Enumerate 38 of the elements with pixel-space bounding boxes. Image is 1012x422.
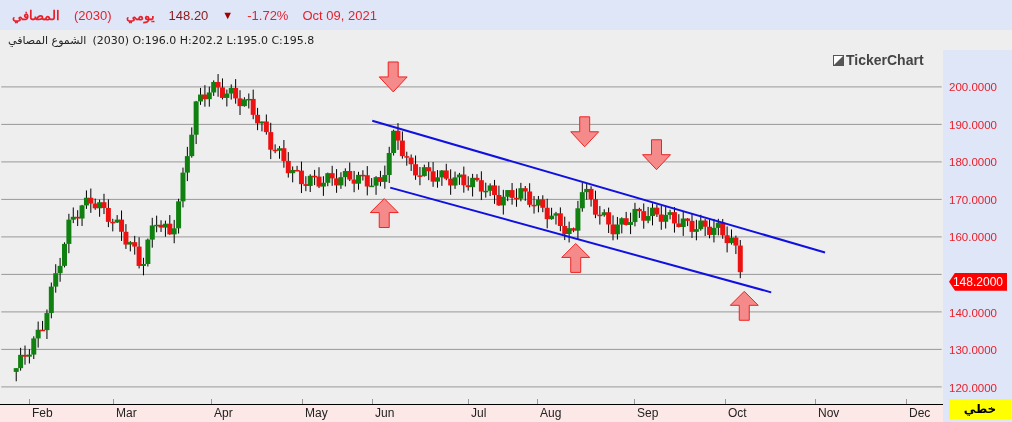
month-label: Jul bbox=[471, 406, 487, 421]
stock-name: المصافي bbox=[12, 7, 60, 23]
price-label: 160.0000 bbox=[949, 230, 997, 245]
down-arrow-icon bbox=[570, 116, 600, 148]
price-label: 190.0000 bbox=[949, 117, 997, 132]
logo-icon bbox=[833, 54, 844, 66]
period-label: يومي bbox=[125, 7, 155, 23]
price-label: 140.0000 bbox=[949, 305, 997, 320]
last-price: 148.20 bbox=[168, 7, 209, 23]
series-name: الشموع المصافي bbox=[8, 33, 87, 47]
price-label: 200.0000 bbox=[949, 80, 997, 94]
stock-code: (2030) bbox=[74, 7, 112, 23]
month-label: Apr bbox=[214, 406, 233, 421]
last-price-tag: 148.2000 bbox=[949, 272, 1007, 291]
month-label: May bbox=[305, 406, 328, 421]
month-label: Mar bbox=[116, 406, 137, 421]
up-arrow-icon bbox=[561, 243, 591, 273]
month-label: Nov bbox=[818, 406, 840, 421]
down-triangle-icon: ▼ bbox=[222, 9, 234, 21]
price-label: 180.0000 bbox=[949, 155, 997, 170]
price-label: 130.0000 bbox=[949, 343, 997, 358]
month-label: Sep bbox=[637, 406, 659, 421]
month-label: Aug bbox=[540, 406, 562, 421]
logo: TickerChart bbox=[833, 52, 924, 68]
price-label: 170.0000 bbox=[949, 192, 997, 207]
month-label: Feb bbox=[32, 406, 53, 421]
down-arrow-icon bbox=[378, 61, 408, 93]
price-label: 120.0000 bbox=[949, 380, 997, 395]
up-arrow-icon bbox=[729, 290, 759, 321]
date-label: Oct 09, 2021 bbox=[302, 7, 377, 23]
month-label: Oct bbox=[728, 406, 747, 421]
month-label: Dec bbox=[909, 406, 931, 421]
month-label: Jun bbox=[375, 406, 395, 421]
chart-type-button[interactable]: خطي bbox=[949, 399, 1011, 419]
price-change: -1.72% bbox=[247, 7, 289, 23]
down-arrow-icon bbox=[642, 139, 671, 171]
ohlc-values: (2030) O:196.0 H:202.2 L:195.0 C:195.8 bbox=[92, 33, 315, 47]
up-arrow-icon bbox=[369, 198, 399, 228]
